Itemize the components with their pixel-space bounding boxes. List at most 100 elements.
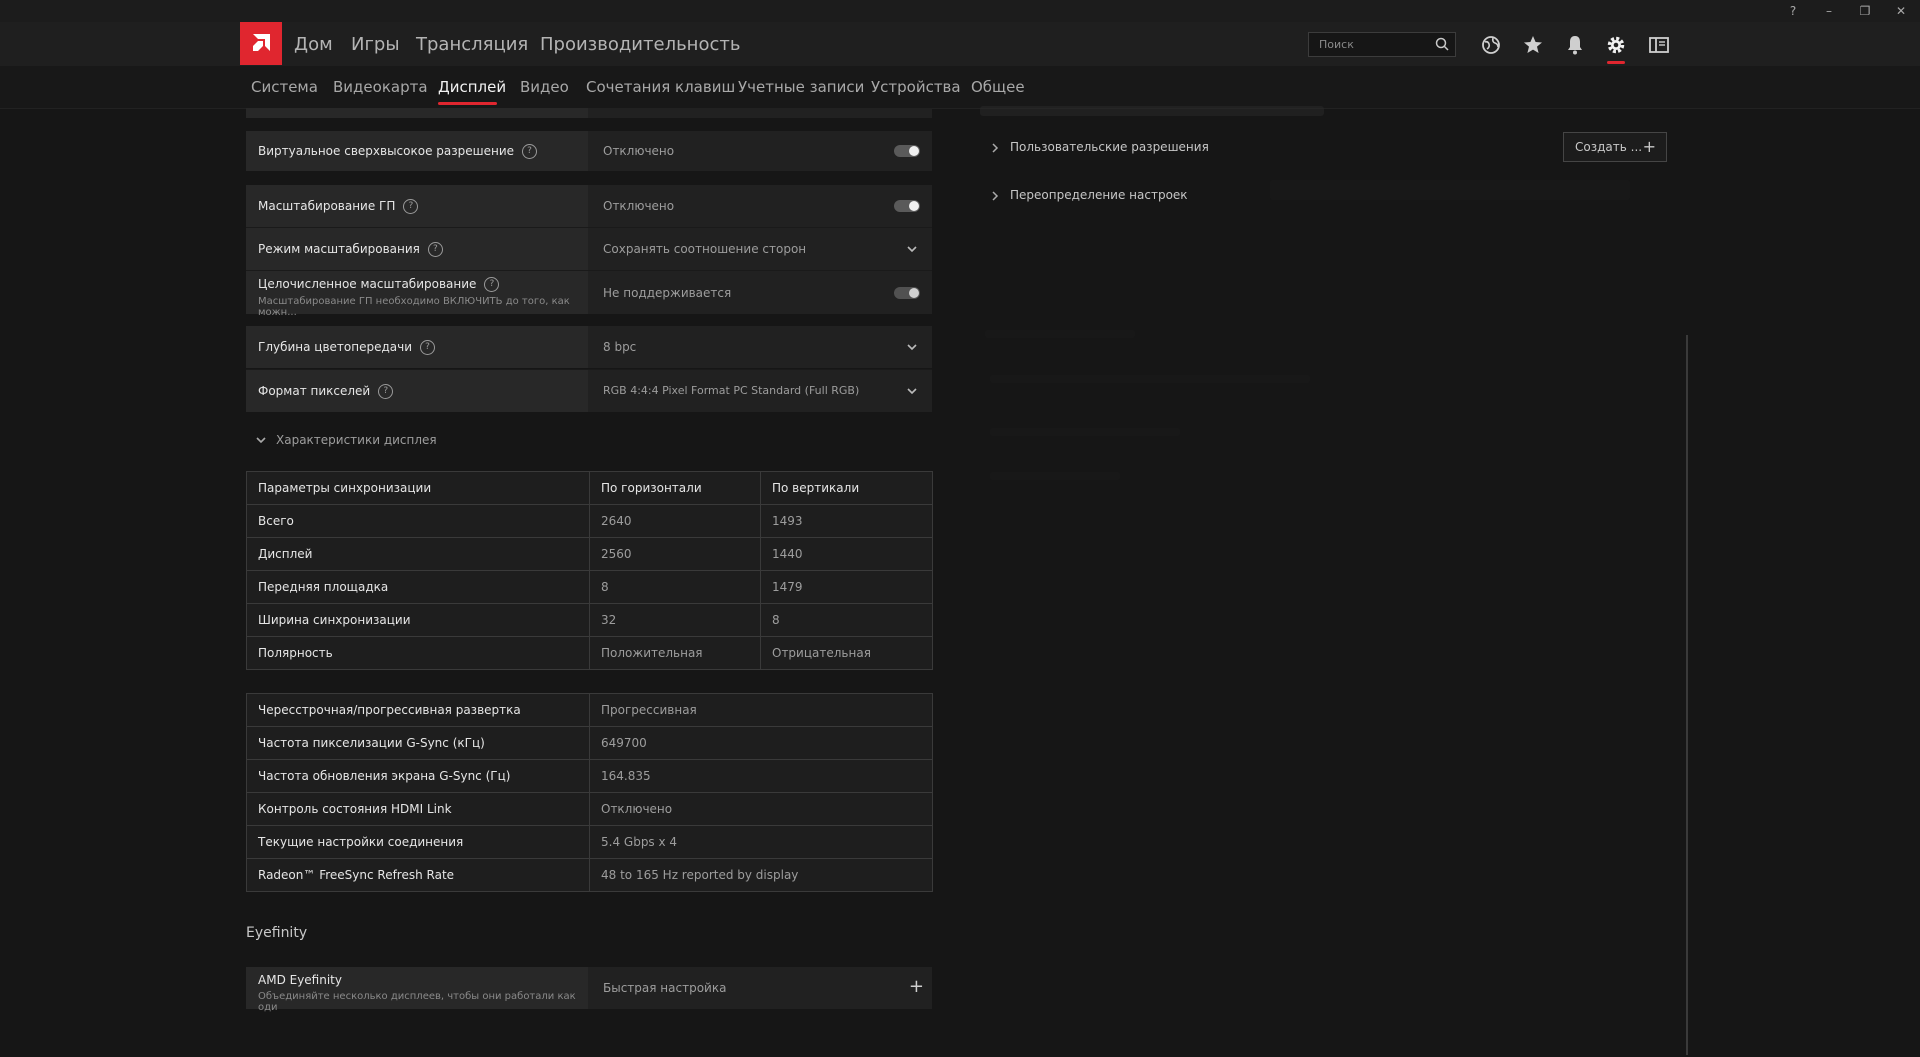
chevron-right-icon[interactable] [990, 142, 1000, 154]
help-icon[interactable]: ? [484, 277, 500, 292]
sidebar-toggle-icon[interactable] [1647, 33, 1671, 57]
help-icon[interactable]: ? [378, 384, 394, 399]
table-cell: 48 to 165 Hz reported by display [589, 858, 933, 892]
amd-logo-icon [253, 34, 270, 51]
tab-video[interactable]: Видео [520, 78, 569, 96]
setting-label: Масштабирование ГП [258, 199, 396, 213]
table-cell: Чересстрочная/прогрессивная развертка [246, 693, 590, 727]
virtual-super-resolution-toggle[interactable] [894, 145, 920, 157]
scrollbar[interactable] [1686, 335, 1688, 1055]
help-icon[interactable]: ? [522, 144, 538, 159]
chevron-down-icon[interactable] [906, 342, 918, 352]
bell-icon[interactable] [1563, 33, 1587, 57]
table-cell: 2640 [589, 504, 761, 538]
color-depth-dropdown-value[interactable]: 8 bpc [603, 340, 636, 354]
blurred-background [990, 428, 1180, 436]
display-specs-toggle[interactable]: Характеристики дисплея [276, 433, 437, 447]
setting-gpu-scaling: Масштабирование ГП? Отключено [246, 185, 932, 227]
help-icon[interactable]: ? [427, 242, 443, 257]
nav-home[interactable]: Дом [294, 34, 333, 55]
search-box[interactable] [1308, 32, 1456, 57]
tab-graphics[interactable]: Видеокарта [333, 78, 428, 96]
scaling-mode-dropdown-value[interactable]: Сохранять соотношение сторон [603, 242, 806, 256]
setting-virtual-super-resolution: Виртуальное сверхвысокое разрешение? Отк… [246, 131, 932, 171]
table-row: Всего 2640 1493 [246, 504, 933, 538]
tab-display-indicator [438, 102, 497, 105]
table-cell: Ширина синхронизации [246, 603, 590, 637]
table-cell: 5.4 Gbps x 4 [589, 825, 933, 859]
quick-setup-button[interactable]: Быстрая настройка [603, 981, 726, 995]
eyefinity-section-title: Eyefinity [246, 925, 308, 941]
custom-resolutions-toggle[interactable]: Пользовательские разрешения [1010, 140, 1209, 154]
table-cell: Контроль состояния HDMI Link [246, 792, 590, 826]
table-cell: 1493 [760, 504, 933, 538]
table-row: Полярность Положительная Отрицательная [246, 636, 933, 670]
add-icon[interactable]: + [909, 976, 924, 997]
setting-color-depth[interactable]: Глубина цветопередачи? 8 bpc [246, 326, 932, 368]
table-cell: 8 [589, 570, 761, 604]
globe-icon[interactable] [1479, 33, 1503, 57]
table-cell: Отрицательная [760, 636, 933, 670]
gear-icon[interactable] [1604, 33, 1628, 57]
table-header: Параметры синхронизации [246, 471, 590, 505]
help-icon[interactable]: ? [420, 340, 436, 355]
table-header: По горизонтали [589, 471, 761, 505]
chevron-down-icon[interactable] [255, 435, 267, 445]
setting-label: Режим масштабирования [258, 242, 420, 256]
chevron-down-icon[interactable] [906, 386, 918, 396]
table-cell: 8 [760, 603, 933, 637]
table-header: По вертикали [760, 471, 933, 505]
help-icon[interactable]: ? [1782, 3, 1804, 19]
tab-hotkeys[interactable]: Сочетания клавиш [586, 78, 735, 96]
tab-devices[interactable]: Устройства [871, 78, 961, 96]
table-row: Дисплей 2560 1440 [246, 537, 933, 571]
tab-system[interactable]: Система [251, 78, 318, 96]
nav-streaming[interactable]: Трансляция [416, 34, 528, 55]
chevron-down-icon[interactable] [906, 244, 918, 254]
setting-integer-scaling: Целочисленное масштабирование? Масштабир… [246, 270, 932, 318]
setting-description: Масштабирование ГП необходимо ВКЛЮЧИТЬ д… [258, 296, 570, 318]
setting-value: Отключено [603, 199, 675, 213]
tab-accounts[interactable]: Учетные записи [738, 78, 864, 96]
chevron-right-icon[interactable] [990, 190, 1000, 202]
search-input[interactable] [1319, 35, 1429, 54]
search-icon[interactable] [1435, 37, 1449, 51]
create-resolution-button[interactable]: Создать ... + [1563, 132, 1667, 162]
setting-value: Не поддерживается [603, 286, 732, 300]
table-cell: Текущие настройки соединения [246, 825, 590, 859]
amd-logo[interactable] [240, 22, 282, 65]
table-cell: 164.835 [589, 759, 933, 793]
blurred-background [985, 330, 1135, 338]
table-cell: Полярность [246, 636, 590, 670]
tab-display[interactable]: Дисплей [438, 78, 506, 96]
close-button[interactable]: ✕ [1890, 3, 1912, 19]
table-cell: 649700 [589, 726, 933, 760]
tab-general[interactable]: Общее [971, 78, 1025, 96]
setting-scaling-mode[interactable]: Режим масштабирования? Сохранять соотнош… [246, 227, 932, 270]
table-row: Текущие настройки соединения 5.4 Gbps x … [246, 825, 933, 859]
table-row: Частота пикселизации G-Sync (кГц) 649700 [246, 726, 933, 760]
star-icon[interactable] [1521, 33, 1545, 57]
table-cell: 32 [589, 603, 761, 637]
pixel-format-dropdown-value[interactable]: RGB 4:4:4 Pixel Format PC Standard (Full… [603, 384, 859, 397]
setting-label: Глубина цветопередачи [258, 340, 413, 354]
table-cell: Дисплей [246, 537, 590, 571]
minimize-button[interactable]: – [1818, 3, 1840, 19]
table-row: Ширина синхронизации 32 8 [246, 603, 933, 637]
setting-label: Виртуальное сверхвысокое разрешение [258, 144, 515, 158]
setting-label: AMD Eyefinity [258, 973, 342, 987]
gpu-scaling-toggle[interactable] [894, 200, 920, 212]
table-cell: 1479 [760, 570, 933, 604]
display-info-table: Чересстрочная/прогрессивная развертка Пр… [246, 693, 933, 892]
nav-games[interactable]: Игры [351, 34, 400, 55]
restore-button[interactable]: ❐ [1854, 3, 1876, 19]
setting-pixel-format[interactable]: Формат пикселей? RGB 4:4:4 Pixel Format … [246, 369, 932, 412]
nav-performance[interactable]: Производительность [540, 34, 740, 55]
table-cell: Положительная [589, 636, 761, 670]
integer-scaling-toggle[interactable] [894, 287, 920, 299]
help-icon[interactable]: ? [403, 199, 419, 214]
override-settings-toggle[interactable]: Переопределение настроек [1010, 188, 1188, 202]
table-cell: Radeon™ FreeSync Refresh Rate [246, 858, 590, 892]
setting-label: Целочисленное масштабирование [258, 277, 477, 291]
blurred-background [990, 472, 1120, 480]
